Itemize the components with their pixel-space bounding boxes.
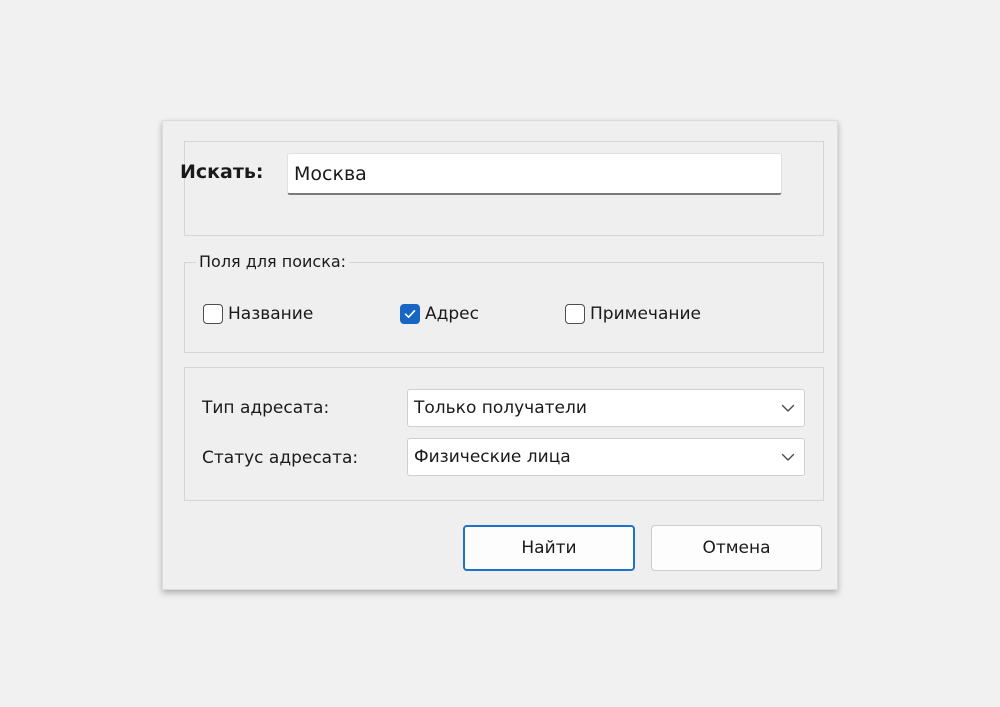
checkbox-address-label[interactable]: Адрес	[425, 303, 479, 325]
recipient-type-value: Только получатели	[414, 398, 587, 418]
recipient-type-label: Тип адресата:	[202, 398, 330, 418]
cancel-button[interactable]: Отмена	[651, 525, 822, 571]
recipient-status-label: Статус адресата:	[202, 448, 359, 468]
checkmark-icon	[404, 310, 416, 318]
checkbox-note-box[interactable]	[565, 304, 585, 324]
chevron-down-icon[interactable]	[781, 451, 795, 463]
checkbox-address[interactable]: Адрес	[400, 303, 479, 325]
checkbox-note-label[interactable]: Примечание	[590, 303, 701, 325]
recipient-status-select[interactable]: Физические лица	[407, 438, 805, 476]
checkbox-name-box[interactable]	[203, 304, 223, 324]
search-label: Искать:	[180, 161, 264, 183]
recipient-panel	[184, 367, 824, 501]
checkbox-address-box[interactable]	[400, 304, 420, 324]
chevron-down-icon[interactable]	[781, 402, 795, 414]
checkbox-name-label[interactable]: Название	[228, 303, 313, 325]
search-dialog: Искать: Поля для поиска: Название Адрес …	[162, 120, 838, 590]
search-fields-legend: Поля для поиска:	[196, 251, 350, 273]
recipient-status-value: Физические лица	[414, 447, 571, 467]
checkbox-note[interactable]: Примечание	[565, 303, 701, 325]
recipient-type-select[interactable]: Только получатели	[407, 389, 805, 427]
find-button[interactable]: Найти	[463, 525, 635, 571]
checkbox-name[interactable]: Название	[203, 303, 313, 325]
search-input[interactable]	[287, 153, 782, 195]
